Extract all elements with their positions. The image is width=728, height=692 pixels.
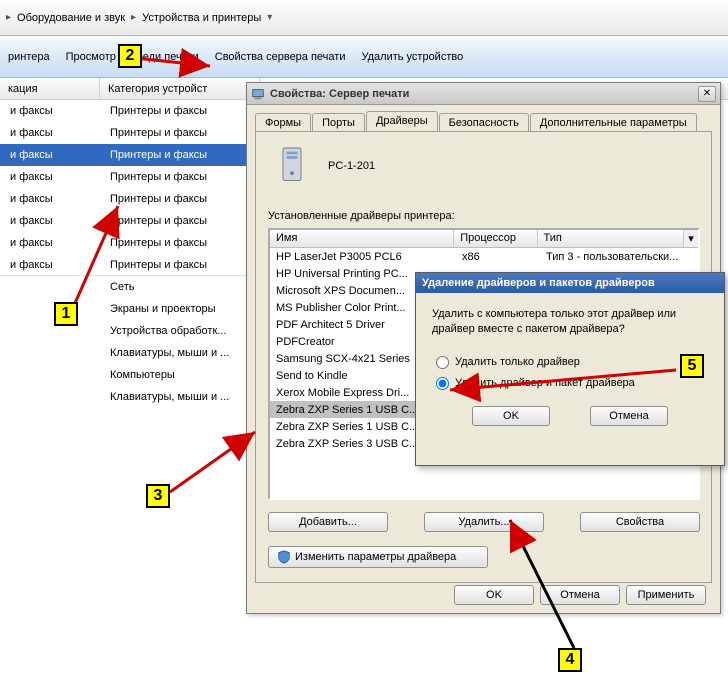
tab-ports[interactable]: Порты bbox=[312, 113, 365, 132]
cancel-button[interactable]: Отмена bbox=[540, 585, 620, 605]
printer-server-icon bbox=[251, 87, 265, 101]
list-item[interactable]: и факсыПринтеры и факсы bbox=[0, 166, 260, 188]
tab-forms[interactable]: Формы bbox=[255, 113, 311, 132]
device-list: и факсыПринтеры и факсыи факсыПринтеры и… bbox=[0, 100, 260, 408]
add-button[interactable]: Добавить... bbox=[268, 512, 388, 532]
list-item[interactable]: Экраны и проекторы bbox=[0, 298, 260, 320]
dialog-footer: OK Отмена Применить bbox=[247, 585, 720, 605]
toolbar-server-properties[interactable]: Свойства сервера печати bbox=[213, 47, 348, 67]
change-driver-params-button[interactable]: Изменить параметры драйвера bbox=[268, 546, 488, 568]
device-category: Принтеры и факсы bbox=[100, 127, 260, 139]
list-item[interactable]: Компьютеры bbox=[0, 364, 260, 386]
radio-remove-driver-only-label: Удалить только драйвер bbox=[455, 356, 580, 368]
device-classification: и факсы bbox=[0, 127, 100, 139]
computer-name: PC-1-201 bbox=[328, 160, 375, 172]
remove-button[interactable]: Удалить... bbox=[424, 512, 544, 532]
column-device-category[interactable]: Категория устройст bbox=[100, 78, 260, 99]
radio-remove-driver-and-package-input[interactable] bbox=[436, 377, 449, 390]
driver-col-name[interactable]: Имя bbox=[270, 230, 454, 247]
device-category: Принтеры и факсы bbox=[100, 193, 260, 205]
driver-name: HP LaserJet P3005 PCL6 bbox=[270, 251, 456, 263]
computer-icon bbox=[274, 146, 310, 186]
step-marker-4: 4 bbox=[558, 648, 582, 672]
breadcrumb-devices-printers[interactable]: Устройства и принтеры bbox=[138, 10, 265, 26]
device-classification: и факсы bbox=[0, 193, 100, 205]
installed-drivers-label: Установленные драйверы принтера: bbox=[268, 210, 455, 222]
device-classification: и факсы bbox=[0, 171, 100, 183]
tab-drivers[interactable]: Драйверы bbox=[366, 111, 438, 131]
device-category: Сеть bbox=[100, 281, 260, 293]
list-item[interactable]: и факсыПринтеры и факсы bbox=[0, 122, 260, 144]
radio-remove-driver-and-package-label: Удалить драйвер и пакет драйвера bbox=[455, 377, 635, 389]
list-item[interactable]: и факсыПринтеры и факсы bbox=[0, 100, 260, 122]
device-category: Принтеры и факсы bbox=[100, 171, 260, 183]
device-classification: и факсы bbox=[0, 259, 100, 271]
tab-advanced[interactable]: Дополнительные параметры bbox=[530, 113, 697, 132]
dialog-titlebar[interactable]: Свойства: Сервер печати ✕ bbox=[247, 83, 720, 105]
confirm-message: Удалить с компьютера только этот драйвер… bbox=[432, 307, 708, 338]
chevron-right-icon: ▸ bbox=[6, 12, 11, 23]
confirm-cancel-button[interactable]: Отмена bbox=[590, 406, 668, 426]
chevron-right-icon: ▸ bbox=[131, 12, 136, 23]
list-item[interactable]: Клавиатуры, мыши и ... bbox=[0, 342, 260, 364]
confirm-ok-button[interactable]: OK bbox=[472, 406, 550, 426]
confirm-title[interactable]: Удаление драйверов и пакетов драйверов bbox=[416, 273, 724, 293]
list-item[interactable]: и факсыПринтеры и факсы bbox=[0, 144, 260, 166]
radio-remove-driver-only[interactable]: Удалить только драйвер bbox=[436, 356, 704, 369]
chevron-down-icon[interactable]: ▾ bbox=[267, 12, 272, 23]
device-category: Клавиатуры, мыши и ... bbox=[100, 347, 260, 359]
device-category: Принтеры и факсы bbox=[100, 215, 260, 227]
change-driver-params-label: Изменить параметры драйвера bbox=[295, 551, 456, 563]
dialog-title: Свойства: Сервер печати bbox=[270, 88, 698, 100]
apply-button[interactable]: Применить bbox=[626, 585, 706, 605]
list-item[interactable]: и факсыПринтеры и факсы bbox=[0, 210, 260, 232]
driver-processor: x86 bbox=[456, 251, 540, 263]
device-classification: и факсы bbox=[0, 215, 100, 227]
driver-type: Тип 3 - пользовательски... bbox=[540, 251, 688, 263]
toolbar-printer[interactable]: ринтера bbox=[6, 47, 52, 67]
device-category: Клавиатуры, мыши и ... bbox=[100, 391, 260, 403]
device-classification: и факсы bbox=[0, 149, 100, 161]
radio-remove-driver-only-input[interactable] bbox=[436, 356, 449, 369]
list-item[interactable]: Клавиатуры, мыши и ... bbox=[0, 386, 260, 408]
list-item[interactable]: и факсыПринтеры и факсы bbox=[0, 254, 260, 276]
device-classification: и факсы bbox=[0, 105, 100, 117]
shield-icon bbox=[277, 550, 291, 564]
device-category: Принтеры и факсы bbox=[100, 105, 260, 117]
breadcrumb-hardware-sound[interactable]: Оборудование и звук bbox=[13, 10, 129, 26]
ok-button[interactable]: OK bbox=[454, 585, 534, 605]
toolbar-remove-device[interactable]: Удалить устройство bbox=[359, 47, 465, 67]
properties-button[interactable]: Свойства bbox=[580, 512, 700, 532]
list-item[interactable]: Сеть bbox=[0, 276, 260, 298]
device-category: Устройства обработк... bbox=[100, 325, 260, 337]
device-category: Принтеры и факсы bbox=[100, 237, 260, 249]
step-marker-3: 3 bbox=[146, 484, 170, 508]
chevron-down-icon[interactable]: ▾ bbox=[684, 230, 698, 247]
radio-remove-driver-and-package[interactable]: Удалить драйвер и пакет драйвера bbox=[436, 377, 704, 390]
list-item[interactable]: Устройства обработк... bbox=[0, 320, 260, 342]
driver-col-processor[interactable]: Процессор bbox=[454, 230, 537, 247]
tab-security[interactable]: Безопасность bbox=[439, 113, 529, 132]
drivers-header: Имя Процессор Тип ▾ bbox=[270, 230, 698, 248]
list-item[interactable]: и факсыПринтеры и факсы bbox=[0, 188, 260, 210]
device-category: Экраны и проекторы bbox=[100, 303, 260, 315]
device-classification: и факсы bbox=[0, 237, 100, 249]
breadcrumb: ▸ Оборудование и звук ▸ Устройства и при… bbox=[0, 0, 728, 36]
list-item[interactable]: и факсыПринтеры и факсы bbox=[0, 232, 260, 254]
column-classification[interactable]: кация bbox=[0, 78, 100, 99]
device-category: Компьютеры bbox=[100, 369, 260, 381]
driver-col-type[interactable]: Тип bbox=[538, 230, 685, 247]
device-category: Принтеры и факсы bbox=[100, 259, 260, 271]
driver-row[interactable]: HP LaserJet P3005 PCL6x86Тип 3 - пользов… bbox=[270, 248, 698, 265]
toolbar: ринтера Просмотр очереди печати Свойства… bbox=[0, 36, 728, 78]
dialog-tabs: Формы Порты Драйверы Безопасность Дополн… bbox=[247, 105, 720, 131]
close-icon[interactable]: ✕ bbox=[698, 86, 716, 102]
device-category: Принтеры и факсы bbox=[100, 149, 260, 161]
remove-driver-confirm-dialog: Удаление драйверов и пакетов драйверов У… bbox=[415, 272, 725, 466]
toolbar-view-queue[interactable]: Просмотр очереди печати bbox=[64, 47, 201, 67]
